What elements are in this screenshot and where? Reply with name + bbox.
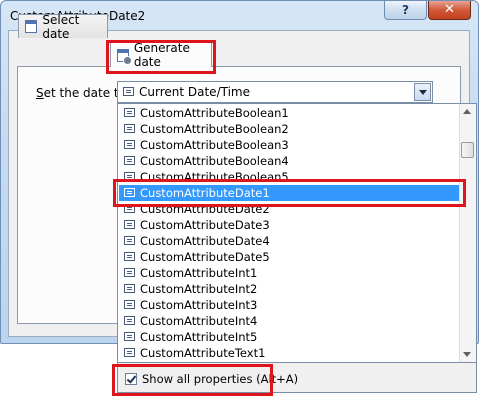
property-icon <box>124 220 135 229</box>
property-icon <box>124 316 135 325</box>
list-item-label: CustomAttributeBoolean3 <box>140 138 289 152</box>
dropdown-footer: Show all properties (Alt+A) <box>117 363 477 393</box>
list-item[interactable]: CustomAttributeDate2 <box>119 201 460 217</box>
list-item-label: CustomAttributeDate1 <box>140 186 270 200</box>
calendar-generate-icon <box>117 48 132 65</box>
list-item-label: CustomAttributeInt5 <box>140 330 258 344</box>
property-icon <box>124 188 135 197</box>
list-item[interactable]: CustomAttributeText1 <box>119 345 460 361</box>
list-item-label: CustomAttributeDate2 <box>140 202 270 216</box>
help-label: ? <box>402 3 409 17</box>
list-item[interactable]: CustomAttributeDate5 <box>119 249 460 265</box>
list-item[interactable]: CustomAttributeInt1 <box>119 265 460 281</box>
date-source-combobox[interactable]: Current Date/Time <box>117 81 433 103</box>
property-icon <box>124 236 135 245</box>
show-all-properties-checkbox[interactable] <box>125 373 137 385</box>
vertical-scrollbar[interactable] <box>459 104 476 362</box>
calendar-icon <box>25 20 38 33</box>
tab-select-date[interactable]: Select date <box>18 12 108 41</box>
show-all-properties-label[interactable]: Show all properties (Alt+A) <box>142 372 298 386</box>
property-icon <box>124 348 135 357</box>
list-item-selected[interactable]: CustomAttributeDate1 <box>119 185 460 201</box>
list-item[interactable]: CustomAttributeBoolean4 <box>119 153 460 169</box>
set-date-label: Set the date to: <box>36 86 130 100</box>
tab-generate-date[interactable]: Generate date <box>110 41 212 69</box>
list-item-label: CustomAttributeInt3 <box>140 298 258 312</box>
close-button[interactable]: ✕ <box>428 1 471 20</box>
scroll-down-arrow-icon[interactable] <box>463 352 471 357</box>
list-item[interactable]: CustomAttributeInt5 <box>119 329 460 345</box>
tab-label: Select date <box>42 12 80 41</box>
chevron-down-icon[interactable] <box>414 83 431 101</box>
list-item[interactable]: CustomAttributeInt2 <box>119 281 460 297</box>
scroll-up-arrow-icon[interactable] <box>463 109 471 114</box>
list-item[interactable]: CustomAttributeBoolean5 <box>119 169 460 185</box>
help-button[interactable]: ? <box>384 1 427 20</box>
list-item-label: CustomAttributeInt2 <box>140 282 258 296</box>
property-icon <box>124 124 135 133</box>
list-item-label: CustomAttributeBoolean5 <box>140 170 289 184</box>
list-item-label: CustomAttributeDate4 <box>140 234 270 248</box>
list-item[interactable]: CustomAttributeDate3 <box>119 217 460 233</box>
property-icon <box>124 300 135 309</box>
property-icon <box>124 140 135 149</box>
label-accel: S <box>36 86 44 100</box>
property-icon <box>124 268 135 277</box>
property-icon <box>124 252 135 261</box>
property-icon <box>124 284 135 293</box>
list-item-label: CustomAttributeDate5 <box>140 250 270 264</box>
list-item-label: CustomAttributeBoolean2 <box>140 122 289 136</box>
combo-value: Current Date/Time <box>139 85 250 99</box>
list-item[interactable]: CustomAttributeDate4 <box>119 233 460 249</box>
list-item-label: CustomAttributeInt1 <box>140 266 258 280</box>
property-icon <box>124 108 135 117</box>
list-item-label: CustomAttributeDate3 <box>140 218 270 232</box>
list-item[interactable]: CustomAttributeBoolean1 <box>119 105 460 121</box>
scrollbar-thumb[interactable] <box>461 142 474 158</box>
property-icon <box>123 87 134 96</box>
property-icon <box>124 204 135 213</box>
property-icon <box>124 156 135 165</box>
property-icon <box>124 172 135 181</box>
list-item-label: CustomAttributeInt4 <box>140 314 258 328</box>
list-item[interactable]: CustomAttributeInt4 <box>119 313 460 329</box>
list-item-label: CustomAttributeBoolean4 <box>140 154 289 168</box>
list-item-label: CustomAttributeBoolean1 <box>140 106 289 120</box>
list-item[interactable]: CustomAttributeBoolean2 <box>119 121 460 137</box>
list-item[interactable]: CustomAttributeInt3 <box>119 297 460 313</box>
list-item-label: CustomAttributeText1 <box>140 346 266 360</box>
list-item[interactable]: CustomAttributeBoolean3 <box>119 137 460 153</box>
close-icon: ✕ <box>444 2 455 17</box>
property-icon <box>124 332 135 341</box>
property-dropdown-list[interactable]: CustomAttributeBoolean1 CustomAttributeB… <box>117 103 477 363</box>
tab-label: Generate date <box>133 41 190 69</box>
